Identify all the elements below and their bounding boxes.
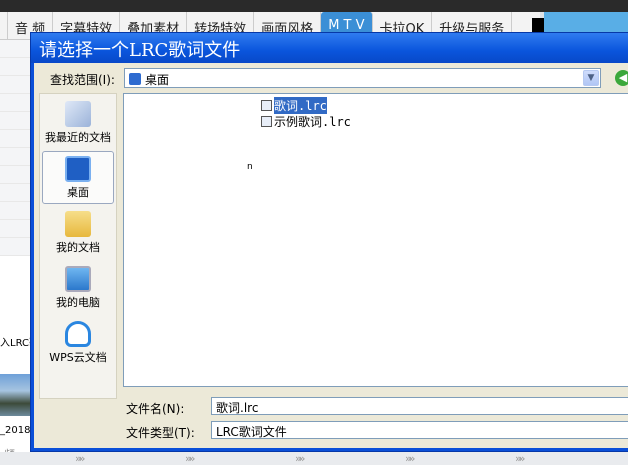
chevron-icon[interactable]: »» [185, 452, 196, 465]
list-row[interactable] [0, 112, 30, 130]
desktop-icon [65, 156, 91, 182]
lrc-file-icon [261, 100, 272, 111]
dialog-title: 请选择一个LRC歌词文件 [31, 33, 628, 63]
lrc-file-icon [261, 116, 272, 127]
list-row[interactable] [0, 130, 30, 148]
wps-cloud-icon [65, 321, 91, 347]
list-row[interactable] [0, 76, 30, 94]
app-title-bar [0, 0, 628, 12]
chevron-icon[interactable]: »» [75, 452, 86, 465]
timeline-strip [0, 452, 628, 465]
look-in-label: 查找范围(I): [50, 73, 115, 87]
list-row[interactable] [0, 184, 30, 202]
recent-documents-icon [65, 101, 91, 127]
tab-edge [0, 12, 8, 39]
my-documents-icon [65, 211, 91, 237]
file-name: 歌词.lrc [274, 97, 327, 114]
list-row[interactable] [0, 220, 30, 238]
video-thumbnail[interactable] [0, 374, 30, 416]
place-label: WPS云文档 [49, 351, 107, 364]
place-recent[interactable]: 我最近的文档 [42, 96, 114, 149]
my-computer-icon [65, 266, 91, 292]
place-my-computer[interactable]: 我的电脑 [42, 261, 114, 314]
video-name: _2018 [0, 425, 30, 436]
file-item[interactable]: 歌词.lrc [261, 97, 327, 114]
text-cursor: n [247, 162, 253, 172]
divider [532, 18, 544, 32]
list-row[interactable] [0, 238, 30, 256]
filename-label: 文件名(N): [126, 402, 185, 416]
chevron-down-icon[interactable]: ▼ [583, 70, 599, 86]
file-item[interactable]: 示例歌词.lrc [261, 114, 351, 129]
chevron-icon[interactable]: »» [515, 452, 526, 465]
import-lrc-label[interactable]: 入LRC歌 [0, 334, 30, 349]
place-my-documents[interactable]: 我的文档 [42, 206, 114, 259]
look-in-combo[interactable]: 桌面 ▼ [124, 68, 601, 88]
places-bar: 我最近的文档 桌面 我的文档 我的电脑 WPS云文档 [39, 93, 117, 399]
back-icon[interactable]: ◀ [615, 70, 628, 86]
list-row[interactable] [0, 148, 30, 166]
list-row[interactable] [0, 166, 30, 184]
file-list[interactable]: 歌词.lrc 示例歌词.lrc n [123, 93, 628, 387]
chevron-icon[interactable]: »» [405, 452, 416, 465]
file-name: 示例歌词.lrc [274, 115, 351, 129]
filetype-label: 文件类型(T): [126, 426, 195, 440]
list-row[interactable] [0, 202, 30, 220]
place-desktop[interactable]: 桌面 [42, 151, 114, 204]
place-label: 我的文档 [56, 241, 100, 254]
list-row[interactable] [0, 58, 30, 76]
place-wps-cloud[interactable]: WPS云文档 [42, 316, 114, 369]
place-label: 桌面 [67, 186, 89, 199]
filename-input[interactable]: 歌词.lrc [211, 397, 628, 415]
look-in-value: 桌面 [145, 72, 170, 87]
place-label: 我最近的文档 [45, 131, 111, 144]
list-row[interactable] [0, 94, 30, 112]
list-row[interactable] [0, 40, 30, 58]
chevron-icon[interactable]: »» [295, 452, 306, 465]
filetype-select[interactable]: LRC歌词文件 [211, 421, 628, 439]
open-file-dialog: 请选择一个LRC歌词文件 查找范围(I): 桌面 ▼ ◀ 我最近的文档 桌面 我… [30, 32, 628, 452]
place-label: 我的电脑 [56, 296, 100, 309]
desktop-icon [129, 73, 141, 85]
left-panel: 入LRC歌 _2018 频 [0, 40, 30, 461]
